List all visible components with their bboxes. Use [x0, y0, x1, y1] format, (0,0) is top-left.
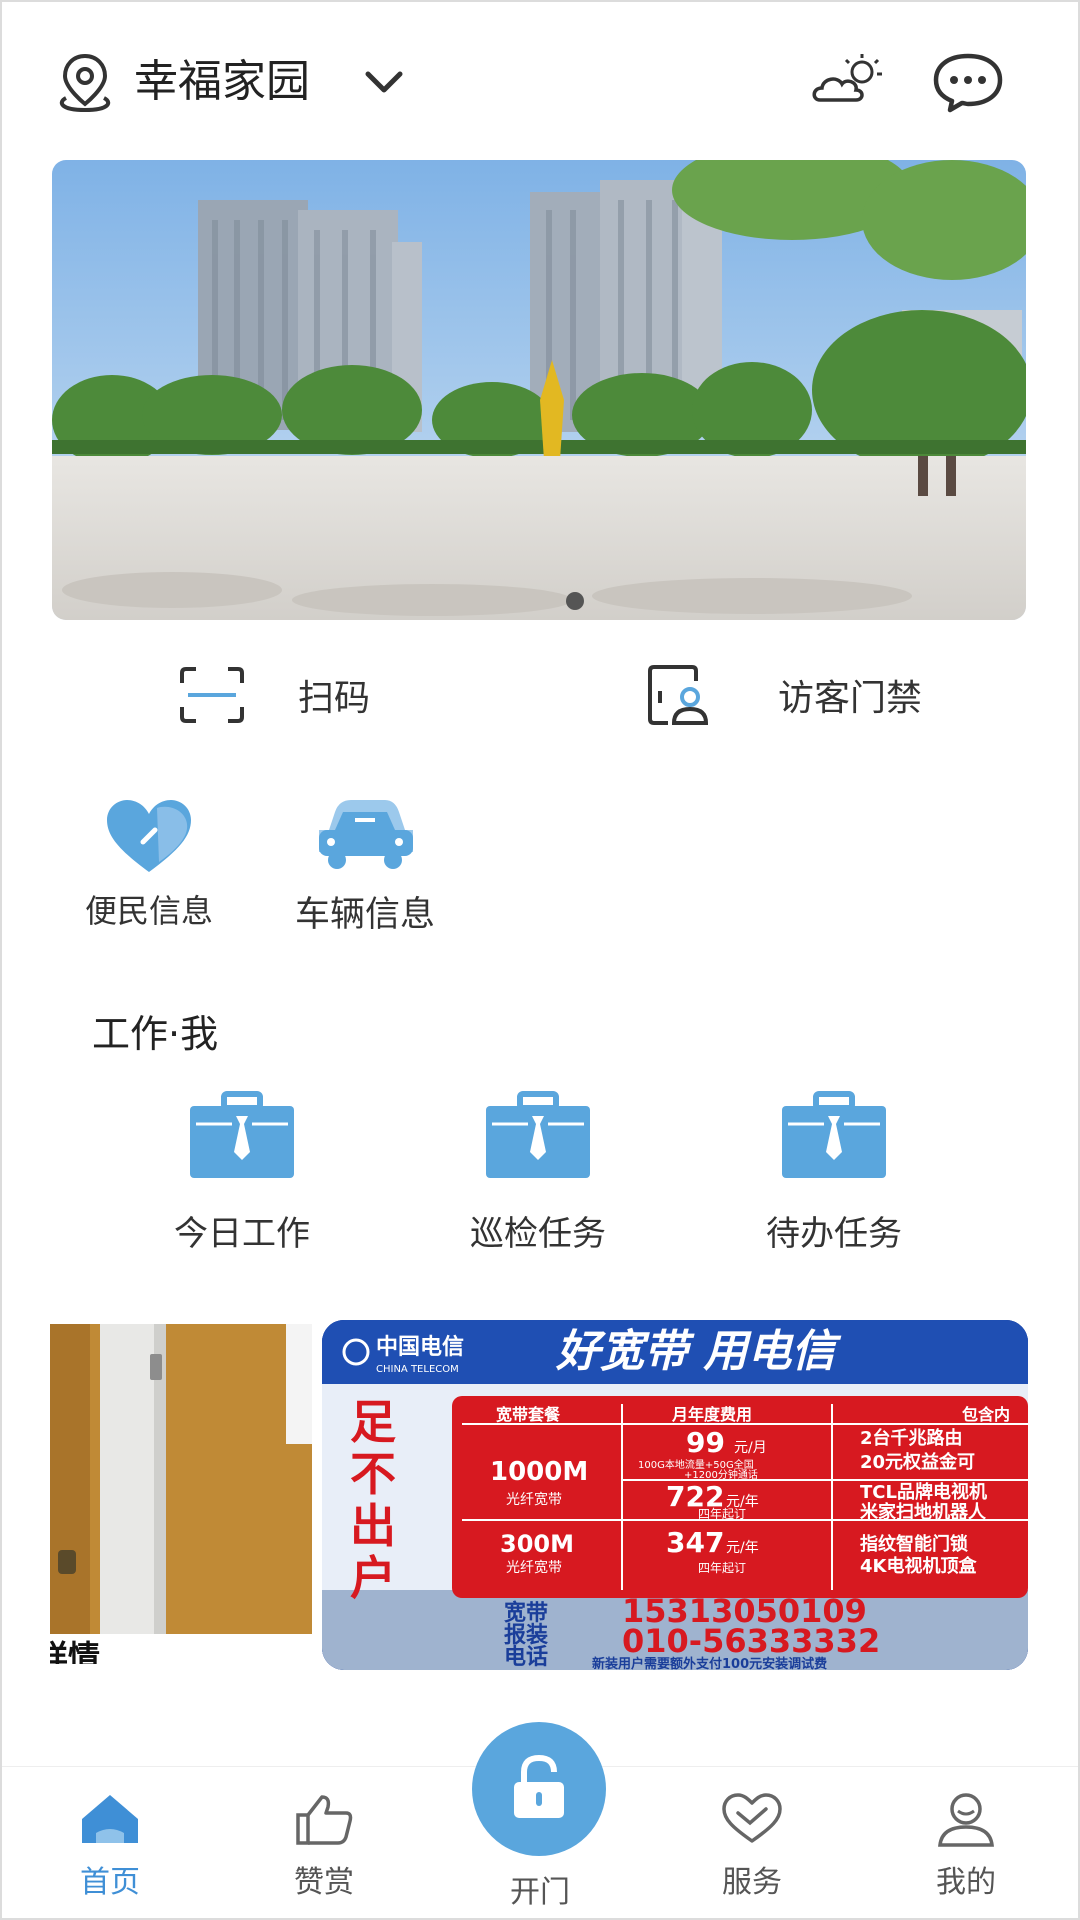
svg-text:010-56333332: 010-56333332 — [622, 1622, 880, 1660]
svg-text:户: 户 — [350, 1551, 396, 1605]
svg-text:20元权益金可: 20元权益金可 — [860, 1451, 975, 1473]
work-section-title: 工作·我 — [92, 1012, 219, 1056]
svg-text:347: 347 — [666, 1526, 724, 1559]
svg-text:元/年: 元/年 — [726, 1540, 759, 1556]
nav-service-label: 服务 — [722, 1865, 782, 1900]
svg-text:出: 出 — [350, 1499, 396, 1553]
nav-appreciate-label: 赞赏 — [294, 1865, 354, 1900]
briefcase-icon — [486, 1091, 590, 1178]
ad-left-caption: 详情 — [50, 1638, 101, 1664]
nav-mine[interactable]: 我的 — [906, 1791, 1026, 1901]
vehicle-info-label: 车辆信息 — [294, 895, 435, 935]
svg-text:足: 足 — [350, 1395, 396, 1449]
car-icon — [319, 800, 413, 869]
visitor-access-button[interactable]: 访客门禁 — [644, 660, 922, 730]
svg-text:月年度费用: 月年度费用 — [671, 1405, 752, 1424]
visitor-access-label: 访客门禁 — [778, 678, 923, 719]
nav-home[interactable]: 首页 — [50, 1791, 170, 1901]
svg-text:四年起订: 四年起订 — [698, 1561, 746, 1575]
visitor-access-icon — [648, 665, 709, 725]
ad-left-image — [50, 1324, 312, 1634]
svg-text:指纹智能门锁: 指纹智能门锁 — [860, 1533, 968, 1555]
community-name[interactable]: 幸福家园 — [134, 52, 310, 112]
svg-text:CHINA TELECOM: CHINA TELECOM — [376, 1364, 459, 1375]
svg-text:光纤宽带: 光纤宽带 — [506, 1491, 562, 1508]
ad-card-left[interactable]: 详情 — [50, 1324, 312, 1664]
nav-service[interactable]: 服务 — [692, 1791, 812, 1901]
chevron-down-icon[interactable] — [360, 62, 408, 102]
patrol-task-button[interactable]: 巡检任务 — [438, 1090, 638, 1255]
svg-text:米家扫地机器人: 米家扫地机器人 — [860, 1501, 987, 1523]
scan-icon — [180, 667, 244, 723]
patrol-task-label: 巡检任务 — [470, 1214, 606, 1254]
location-pin-icon[interactable] — [52, 50, 118, 116]
svg-text:电话: 电话 — [504, 1645, 548, 1670]
svg-text:300M: 300M — [500, 1530, 574, 1558]
weather-cloud-sun-icon[interactable] — [810, 50, 890, 110]
today-work-label: 今日工作 — [174, 1214, 310, 1254]
svg-text:中国电信: 中国电信 — [376, 1334, 464, 1360]
header: 幸福家园 — [0, 0, 1080, 160]
svg-text:新装用户需要额外支付100元安装调试费: 新装用户需要额外支付100元安装调试费 — [592, 1656, 827, 1670]
scan-label: 扫码 — [298, 678, 371, 719]
home-icon — [82, 1795, 138, 1843]
svg-text:光纤宽带: 光纤宽带 — [506, 1559, 562, 1576]
heart-service-icon — [722, 1793, 782, 1843]
heart-info-icon — [107, 800, 191, 872]
user-icon — [938, 1793, 994, 1847]
svg-text:包含内: 包含内 — [962, 1405, 1010, 1424]
nav-appreciate[interactable]: 赞赏 — [264, 1791, 384, 1901]
ad-card-telecom[interactable]: 中国电信 CHINA TELECOM 好宽带 用电信 足 不 出 户 宽带套餐 … — [322, 1320, 1028, 1670]
unlock-icon — [514, 1754, 564, 1818]
nav-mine-label: 我的 — [936, 1865, 996, 1900]
unlock-door-button[interactable] — [472, 1722, 606, 1856]
briefcase-icon — [190, 1091, 294, 1178]
svg-text:99: 99 — [686, 1426, 725, 1459]
nav-open-label: 开门 — [510, 1875, 570, 1910]
banner-carousel[interactable] — [52, 160, 1026, 620]
svg-text:四年起订: 四年起订 — [698, 1507, 746, 1521]
vehicle-info-button[interactable]: 车辆信息 — [280, 790, 450, 937]
pending-task-label: 待办任务 — [766, 1214, 902, 1254]
svg-text:1000M: 1000M — [490, 1457, 588, 1487]
scan-button[interactable]: 扫码 — [176, 660, 370, 730]
today-work-button[interactable]: 今日工作 — [142, 1090, 342, 1255]
svg-text:TCL品牌电视机: TCL品牌电视机 — [860, 1481, 987, 1503]
telecom-ad-image: 中国电信 CHINA TELECOM 好宽带 用电信 足 不 出 户 宽带套餐 … — [322, 1320, 1028, 1670]
svg-text:4K电视机顶盒: 4K电视机顶盒 — [860, 1555, 977, 1577]
carousel-indicator-dot[interactable] — [566, 592, 584, 610]
svg-text:元/月: 元/月 — [734, 1440, 767, 1456]
thumbs-up-icon — [296, 1795, 353, 1845]
convenience-info-button[interactable]: 便民信息 — [64, 790, 234, 932]
svg-text:2台千兆路由: 2台千兆路由 — [860, 1427, 963, 1449]
svg-text:好宽带 用电信: 好宽带 用电信 — [555, 1326, 841, 1377]
banner-image — [52, 160, 1026, 620]
svg-text:宽带套餐: 宽带套餐 — [496, 1405, 561, 1424]
message-bubble-icon[interactable] — [930, 50, 1006, 114]
svg-text:不: 不 — [350, 1447, 396, 1501]
convenience-info-label: 便民信息 — [84, 892, 213, 930]
pending-task-button[interactable]: 待办任务 — [734, 1090, 934, 1255]
nav-home-label: 首页 — [80, 1865, 140, 1900]
briefcase-icon — [782, 1091, 886, 1178]
